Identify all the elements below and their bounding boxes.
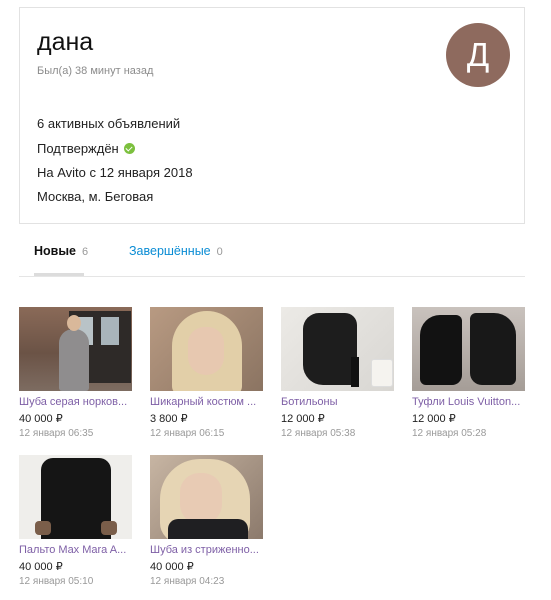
listing-price: 12 000 ₽ [281, 413, 325, 425]
tab-completed-count: 0 [216, 246, 223, 258]
listing-price: 12 000 ₽ [412, 413, 456, 425]
black-coat-photo[interactable] [19, 455, 132, 539]
tab-new-count: 6 [81, 246, 89, 258]
verified-check-icon [123, 143, 135, 154]
verified-label: Подтверждён [37, 141, 119, 156]
listing-date: 12 января 05:28 [412, 428, 487, 439]
listing-title[interactable]: Туфли Louis Vuitton... [412, 396, 525, 410]
ankle-boots-photo[interactable] [281, 307, 394, 391]
listing-item[interactable]: Шуба серая норков... 40 000 ₽ 12 января … [19, 307, 132, 439]
profile-name: дана [37, 28, 94, 56]
heels-photo[interactable] [412, 307, 525, 391]
listing-price: 3 800 ₽ [150, 413, 188, 425]
listing-item[interactable]: Туфли Louis Vuitton... 12 000 ₽ 12 январ… [412, 307, 525, 439]
tab-new-label: Новые [34, 244, 76, 258]
listing-price: 40 000 ₽ [150, 561, 194, 573]
listing-date: 12 января 06:35 [19, 428, 94, 439]
listing-item[interactable]: Ботильоны 12 000 ₽ 12 января 05:38 [281, 307, 394, 439]
listing-title[interactable]: Шуба серая норков... [19, 396, 132, 410]
listing-price: 40 000 ₽ [19, 561, 63, 573]
listing-date: 12 января 04:23 [150, 576, 225, 587]
avatar: Д [446, 23, 510, 87]
tab-new[interactable]: Новые 6 [34, 244, 88, 258]
listing-item[interactable]: Шуба из стриженно... 40 000 ₽ 12 января … [150, 455, 263, 587]
location-text: Москва, м. Беговая [37, 189, 154, 204]
member-since: На Avito с 12 января 2018 [37, 165, 193, 180]
listing-item[interactable]: Шикарный костюм ... 3 800 ₽ 12 января 06… [150, 307, 263, 439]
last-seen-text: Был(а) 38 минут назад [37, 65, 154, 77]
tab-completed[interactable]: Завершённые 0 [129, 244, 223, 258]
listing-title[interactable]: Шуба из стриженно... [150, 544, 263, 558]
woman-portrait-photo[interactable] [150, 307, 263, 391]
listing-price: 40 000 ₽ [19, 413, 63, 425]
active-ads-count: 6 активных объявлений [37, 116, 181, 131]
listing-date: 12 января 06:15 [150, 428, 225, 439]
tabs-divider [19, 276, 525, 277]
profile-card: дана Был(а) 38 минут назад Д 6 активных … [19, 7, 525, 224]
listing-title[interactable]: Ботильоны [281, 396, 394, 410]
listing-date: 12 января 05:10 [19, 576, 94, 587]
woman-selfie-photo[interactable] [150, 455, 263, 539]
verified-status: Подтверждён [37, 141, 135, 156]
listing-tabs: Новые 6 Завершённые 0 [19, 238, 525, 278]
listing-item[interactable]: Пальто Max Mara A... 40 000 ₽ 12 января … [19, 455, 132, 587]
listing-title[interactable]: Шикарный костюм ... [150, 396, 263, 410]
listing-title[interactable]: Пальто Max Mara A... [19, 544, 132, 558]
fur-coat-photo[interactable] [19, 307, 132, 391]
listing-date: 12 января 05:38 [281, 428, 356, 439]
tab-completed-label: Завершённые [129, 244, 211, 258]
